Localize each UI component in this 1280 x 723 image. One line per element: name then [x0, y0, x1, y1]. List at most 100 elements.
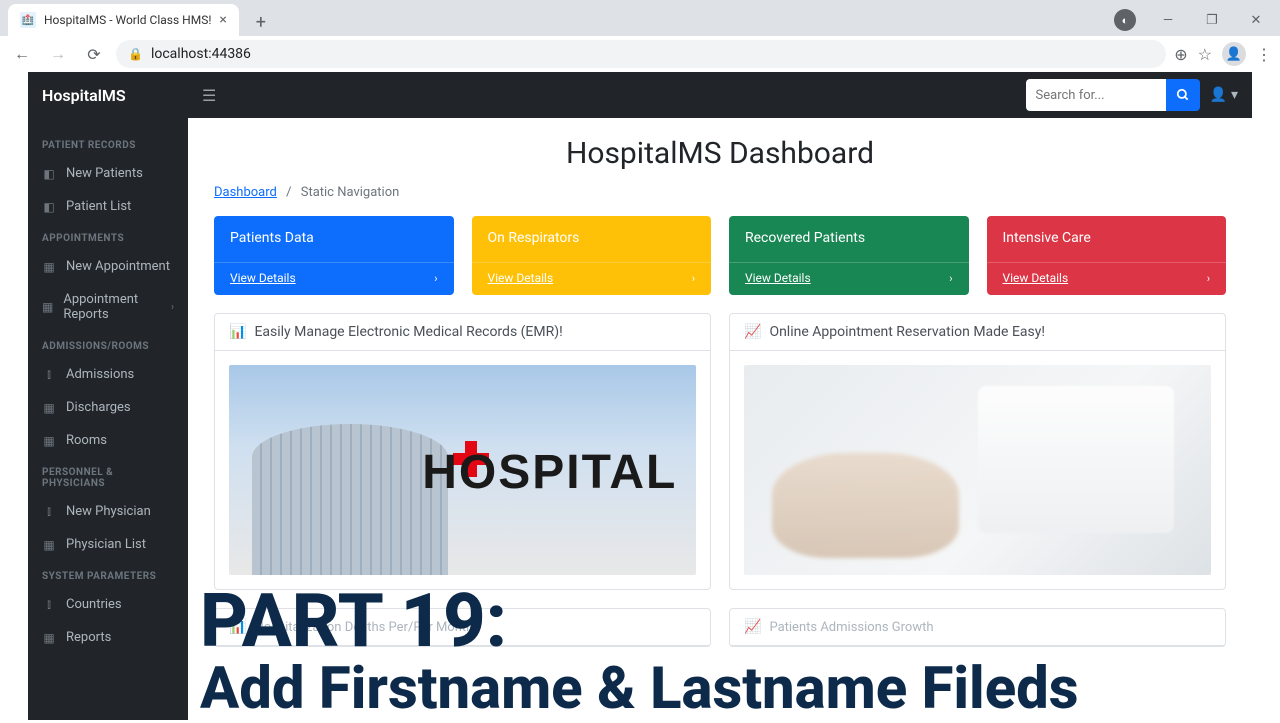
- panel-title: Hospitalization Deaths Per/Per Month: [254, 620, 473, 635]
- panel-appointment: 📈 Online Appointment Reservation Made Eas…: [729, 313, 1226, 590]
- search-form: [1026, 79, 1200, 111]
- search-button[interactable]: [1166, 79, 1200, 111]
- dashboard-icon: ◧: [42, 200, 56, 214]
- chevron-right-icon: ›: [171, 302, 174, 313]
- profile-icon[interactable]: 👤: [1222, 42, 1246, 66]
- search-input[interactable]: [1026, 79, 1166, 111]
- hospital-sign-text: HOSPITAL: [422, 445, 677, 500]
- maximize-button[interactable]: ❐: [1192, 6, 1232, 34]
- card-recovered-patients: Recovered Patients View Details ›: [729, 216, 969, 295]
- card-on-respirators: On Respirators View Details ›: [472, 216, 712, 295]
- sidebar-item-discharges[interactable]: ▦Discharges: [28, 391, 188, 424]
- calendar-icon: ▦: [42, 300, 53, 314]
- tab-strip: 🏥 HospitalMS - World Class HMS! × + ◐ ― …: [0, 0, 1280, 36]
- view-details-link[interactable]: View Details: [1003, 271, 1069, 285]
- panel-title: Patients Admissions Growth: [769, 620, 933, 635]
- close-icon[interactable]: ×: [219, 12, 226, 28]
- view-details-link[interactable]: View Details: [230, 271, 296, 285]
- chart-bar-icon: 📈: [744, 619, 761, 635]
- card-intensive-care: Intensive Care View Details ›: [987, 216, 1227, 295]
- forward-button[interactable]: →: [44, 40, 72, 68]
- card-title: Recovered Patients: [729, 216, 969, 262]
- table-icon: ▦: [42, 434, 56, 448]
- sidebar-item-new-appointment[interactable]: ▦New Appointment: [28, 250, 188, 283]
- search-icon: [1176, 88, 1190, 102]
- close-window-button[interactable]: ✕: [1236, 6, 1276, 34]
- user-dropdown[interactable]: 👤 ▾: [1210, 87, 1238, 103]
- back-button[interactable]: ←: [8, 40, 36, 68]
- chart-icon: ⫾: [42, 367, 56, 382]
- chart-area-icon: 📊: [229, 324, 246, 340]
- card-title: Intensive Care: [987, 216, 1227, 262]
- sidebar-item-countries[interactable]: ⫾Countries: [28, 588, 188, 621]
- url-text: localhost:44386: [151, 46, 251, 62]
- minimize-button[interactable]: ―: [1148, 6, 1188, 34]
- chart-panels-row: 📊 Hospitalization Deaths Per/Per Month 📈 P…: [214, 608, 1226, 647]
- breadcrumb-current: Static Navigation: [301, 185, 400, 200]
- sidebar-item-physician-list[interactable]: ▦Physician List: [28, 528, 188, 561]
- card-title: On Respirators: [472, 216, 712, 262]
- panel-deaths-chart: 📊 Hospitalization Deaths Per/Per Month: [214, 608, 711, 647]
- breadcrumb: Dashboard / Static Navigation: [214, 185, 1226, 200]
- view-details-link[interactable]: View Details: [745, 271, 811, 285]
- page-title: HospitalMS Dashboard: [214, 136, 1226, 171]
- panel-emr: 📊 Easily Manage Electronic Medical Record…: [214, 313, 711, 590]
- chart-icon: ⫾: [42, 504, 56, 519]
- card-patients-data: Patients Data View Details ›: [214, 216, 454, 295]
- lock-icon: 🔒: [128, 47, 143, 61]
- breadcrumb-root[interactable]: Dashboard: [214, 185, 277, 200]
- zoom-icon[interactable]: ⊕: [1174, 45, 1187, 64]
- address-bar[interactable]: 🔒 localhost:44386: [116, 40, 1166, 68]
- sidebar-item-new-patients[interactable]: ◧New Patients: [28, 157, 188, 190]
- sidebar: PATIENT RECORDS ◧New Patients ◧Patient L…: [28, 118, 188, 720]
- chevron-right-icon: ›: [692, 272, 695, 285]
- star-icon[interactable]: ☆: [1198, 45, 1212, 64]
- table-icon: ▦: [42, 631, 56, 645]
- card-title: Patients Data: [214, 216, 454, 262]
- chart-icon: ⫾: [42, 597, 56, 612]
- sidebar-item-patient-list[interactable]: ◧Patient List: [28, 190, 188, 223]
- browser-tab[interactable]: 🏥 HospitalMS - World Class HMS! ×: [8, 4, 239, 36]
- stat-cards-row: Patients Data View Details › On Respirato…: [214, 216, 1226, 295]
- chart-bar-icon: 📈: [744, 324, 761, 340]
- view-details-link[interactable]: View Details: [488, 271, 554, 285]
- chart-area-icon: 📊: [229, 619, 246, 635]
- sidebar-item-new-physician[interactable]: ⫾New Physician: [28, 495, 188, 528]
- user-icon: 👤: [1210, 87, 1227, 103]
- sidebar-section-header: SYSTEM PARAMETERS: [28, 561, 188, 588]
- panel-title: Easily Manage Electronic Medical Records…: [254, 324, 562, 340]
- panel-title: Online Appointment Reservation Made Easy…: [769, 324, 1045, 340]
- hamburger-icon[interactable]: ☰: [202, 86, 216, 105]
- main-content: HospitalMS Dashboard Dashboard / Static …: [188, 118, 1252, 720]
- favicon-icon: 🏥: [20, 12, 36, 28]
- sidebar-item-admissions[interactable]: ⫾Admissions: [28, 358, 188, 391]
- info-panels-row: 📊 Easily Manage Electronic Medical Record…: [214, 313, 1226, 590]
- table-icon: ▦: [42, 401, 56, 415]
- reload-button[interactable]: ⟳: [80, 40, 108, 68]
- brand[interactable]: HospitalMS: [42, 86, 202, 105]
- sidebar-item-appointment-reports[interactable]: ▦Appointment Reports›: [28, 283, 188, 331]
- chevron-right-icon: ›: [1207, 272, 1210, 285]
- tab-title: HospitalMS - World Class HMS!: [44, 13, 211, 27]
- address-row: ← → ⟳ 🔒 localhost:44386 ⊕ ☆ 👤 ⋮: [0, 36, 1280, 72]
- menu-icon[interactable]: ⋮: [1256, 45, 1272, 64]
- new-tab-button[interactable]: +: [247, 8, 275, 36]
- sidebar-section-header: ADMISSIONS/ROOMS: [28, 331, 188, 358]
- sidebar-section-header: PATIENT RECORDS: [28, 130, 188, 157]
- calendar-icon: ▦: [42, 260, 56, 274]
- sidebar-section-header: APPOINTMENTS: [28, 223, 188, 250]
- sidebar-section-header: PERSONNEL & PHYSICIANS: [28, 457, 188, 495]
- chevron-right-icon: ›: [434, 272, 437, 285]
- topbar: HospitalMS ☰ 👤 ▾: [28, 72, 1252, 118]
- chevron-down-icon: ▾: [1231, 87, 1238, 103]
- browser-chrome: 🏥 HospitalMS - World Class HMS! × + ◐ ― …: [0, 0, 1280, 72]
- extension-icon[interactable]: ◐: [1114, 9, 1136, 31]
- appointment-image: [744, 365, 1211, 575]
- hospital-image: HOSPITAL: [229, 365, 696, 575]
- window-controls: ◐ ― ❐ ✕: [1114, 4, 1280, 36]
- dashboard-icon: ◧: [42, 167, 56, 181]
- sidebar-item-rooms[interactable]: ▦Rooms: [28, 424, 188, 457]
- app-window: HospitalMS ☰ 👤 ▾ PATIENT RECORDS ◧New Pa…: [28, 72, 1252, 720]
- sidebar-item-reports[interactable]: ▦Reports: [28, 621, 188, 654]
- chevron-right-icon: ›: [949, 272, 952, 285]
